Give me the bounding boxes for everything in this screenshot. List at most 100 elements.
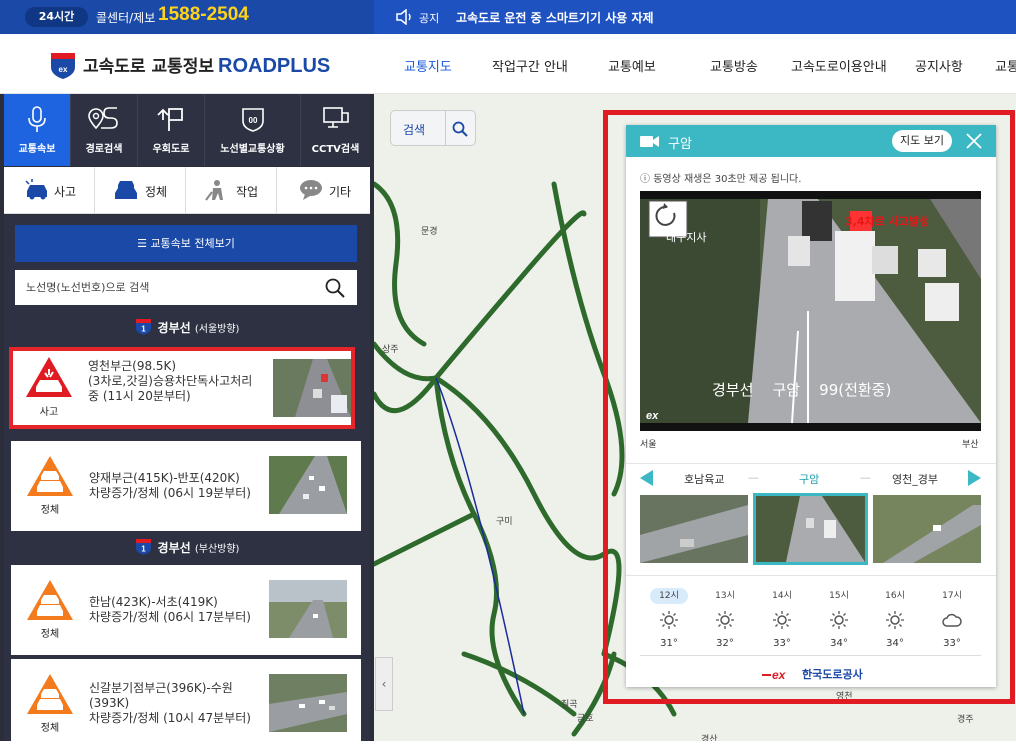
map-search-button[interactable]: 검색 bbox=[390, 110, 476, 146]
tab-label: 경로검색 bbox=[85, 144, 123, 155]
filter-accident[interactable]: 사고 bbox=[4, 167, 95, 213]
news-item-congestion[interactable]: 정체 양재부근(415K)-반포(420K) 차량증가/정체 (06시 19분부… bbox=[11, 441, 361, 531]
sidebar: 교통속보 경로검색 우회도로 00 노선별교통상황 CCTV검색 사고 정체 작… bbox=[0, 94, 374, 749]
news-type-label: 정체 bbox=[40, 723, 60, 734]
weather-hour: 16시 bbox=[885, 591, 905, 601]
nav-traffic-map[interactable]: 교통지도 bbox=[404, 56, 452, 75]
ex-logo-icon[interactable]: ex bbox=[49, 49, 77, 79]
route-shield-icon: 1 bbox=[135, 319, 151, 335]
close-icon[interactable] bbox=[966, 133, 982, 149]
cloud-icon bbox=[942, 613, 962, 627]
filter-label: 사고 bbox=[54, 185, 77, 199]
tab-label: 노선별교통상황 bbox=[220, 144, 285, 155]
video-caption: 경부선 구암 99(전환중) bbox=[712, 381, 891, 399]
route-search-input[interactable]: 노선명(노선번호)으로 검색 bbox=[15, 270, 357, 305]
filter-label: 작업 bbox=[236, 185, 259, 199]
map-label: 문경 bbox=[421, 227, 438, 237]
nav-forecast[interactable]: 교통예보 bbox=[608, 56, 656, 75]
weather-hour: 17시 bbox=[942, 591, 962, 601]
news-thumbnail[interactable] bbox=[269, 456, 347, 514]
route-number: 1 bbox=[141, 325, 146, 334]
filter-congestion[interactable]: 정체 bbox=[95, 167, 186, 213]
cam-thumbnail-image bbox=[756, 496, 865, 562]
cam-next-name[interactable]: 영천_경부 bbox=[892, 471, 938, 487]
tab-route-status[interactable]: 00 노선별교통상황 bbox=[205, 94, 301, 166]
weather-temp: 33° bbox=[773, 638, 791, 649]
weather-temp: 31° bbox=[660, 638, 678, 649]
cctv-popup: 구암 지도 보기 ⓘ 동영상 재생은 30초만 제공 됩니다. 대구지사 3,4… bbox=[626, 125, 996, 687]
arrow-left-icon[interactable] bbox=[640, 470, 654, 486]
filter-bar: 사고 정체 작업 기타 bbox=[4, 167, 370, 214]
search-icon[interactable] bbox=[325, 278, 345, 298]
sun-icon bbox=[830, 611, 848, 629]
nav-notices[interactable]: 공지사항 bbox=[915, 56, 963, 75]
microphone-icon bbox=[28, 106, 46, 132]
notice-text[interactable]: 고속도로 운전 중 스마트기기 사용 자제 bbox=[456, 9, 654, 26]
tab-detour[interactable]: 우회도로 bbox=[138, 94, 205, 166]
view-all-button[interactable]: ☰ 교통속보 전체보기 bbox=[15, 225, 357, 262]
ex-logo-icon: ex bbox=[762, 668, 787, 681]
route-direction: (서울방향) bbox=[194, 324, 240, 335]
route-shield-icon: 1 bbox=[135, 539, 151, 555]
weather-hour: 15시 bbox=[829, 591, 849, 601]
map-label: 경주 bbox=[957, 715, 974, 725]
news-thumbnail[interactable] bbox=[269, 580, 347, 638]
congestion-warning-icon bbox=[27, 580, 73, 620]
weather-temp: 34° bbox=[886, 638, 904, 649]
news-thumbnail[interactable] bbox=[269, 674, 347, 732]
divider bbox=[445, 111, 446, 145]
route-heading-seoul: 1 경부선 (서울방향) bbox=[4, 318, 370, 336]
cctv-thumbnail-image bbox=[273, 359, 351, 417]
nav-broadcast[interactable]: 교통방송 bbox=[710, 56, 758, 75]
cctv-thumbnail-image bbox=[269, 580, 347, 638]
speaker-icon bbox=[396, 9, 411, 25]
nav-more[interactable]: 교통 bbox=[995, 56, 1016, 75]
cam-prev-name[interactable]: 호남육교 bbox=[684, 471, 724, 487]
weather-temp: 34° bbox=[830, 638, 848, 649]
tab-cctv-search[interactable]: CCTV검색 bbox=[301, 94, 370, 166]
news-text: 한남(423K)-서초(419K) 차량증가/정체 (06시 17분부터) bbox=[89, 595, 251, 624]
nav-work-zone[interactable]: 작업구간 안내 bbox=[492, 56, 568, 75]
tab-label: 우회도로 bbox=[152, 144, 190, 155]
news-item-accident[interactable]: 사고 영천부근(98.5K) (3차로,갓길)승용차단독사고처리중 (11시 2… bbox=[9, 347, 355, 429]
svg-text:ex: ex bbox=[772, 668, 787, 681]
tab-label: CCTV검색 bbox=[311, 144, 360, 155]
callcenter-phone[interactable]: 1588-2504 bbox=[158, 4, 249, 26]
nav-usage-guide[interactable]: 고속도로이용안내 bbox=[791, 56, 887, 75]
news-item-congestion[interactable]: 정체 한남(423K)-서초(419K) 차량증가/정체 (06시 17분부터) bbox=[11, 565, 361, 655]
cam-thumb-next[interactable] bbox=[873, 495, 981, 563]
accident-car-icon bbox=[25, 179, 47, 200]
tab-traffic-news[interactable]: 교통속보 bbox=[4, 94, 71, 166]
notice-label: 공지 bbox=[419, 12, 440, 25]
separator-dash: — bbox=[748, 471, 759, 484]
news-text: 양재부근(415K)-반포(420K) 차량증가/정체 (06시 19분부터) bbox=[89, 471, 251, 500]
notice-bar[interactable]: 공지 고속도로 운전 중 스마트기기 사용 자제 bbox=[374, 0, 1016, 34]
filter-label: 정체 bbox=[145, 185, 168, 199]
news-thumbnail[interactable] bbox=[273, 359, 351, 417]
brand-title[interactable]: 고속도로 교통정보 ROADPLUS bbox=[83, 52, 330, 78]
filter-other[interactable]: 기타 bbox=[277, 167, 370, 213]
weather-hour: 14시 bbox=[772, 591, 792, 601]
detour-sign-icon bbox=[157, 108, 183, 131]
filter-work[interactable]: 작업 bbox=[186, 167, 277, 213]
cctv-video-frame: 대구지사 3,4차로 사고발생 경부선 구암 99(전환중) ex bbox=[640, 191, 981, 431]
arrow-right-icon[interactable] bbox=[967, 470, 981, 486]
route-name: 경부선 bbox=[157, 541, 191, 555]
playback-notice: ⓘ 동영상 재생은 30초만 제공 됩니다. bbox=[640, 170, 801, 185]
map-label: 경산 bbox=[701, 735, 718, 741]
cam-thumb-current[interactable] bbox=[753, 493, 868, 565]
brand-ko: 고속도로 교통정보 bbox=[83, 57, 215, 77]
direction-right: 부산 bbox=[962, 440, 979, 450]
cctv-video[interactable]: 대구지사 3,4차로 사고발생 경부선 구암 99(전환중) ex bbox=[640, 191, 981, 431]
tab-route-search[interactable]: 경로검색 bbox=[71, 94, 138, 166]
tab-label: 교통속보 bbox=[18, 144, 56, 155]
svg-text:ex: ex bbox=[59, 65, 68, 74]
cam-thumbnail-image bbox=[873, 495, 981, 563]
map-label: 구미 bbox=[496, 517, 513, 527]
search-icon bbox=[452, 121, 468, 137]
collapse-panel-button[interactable]: ‹ bbox=[375, 657, 393, 711]
video-overlay-text: 대구지사 bbox=[666, 231, 706, 244]
news-item-congestion[interactable]: 정체 신갈분기점부근(396K)-수원(393K) 차량증가/정체 (10시 4… bbox=[11, 659, 361, 749]
view-map-button[interactable]: 지도 보기 bbox=[892, 130, 952, 152]
cam-thumb-prev[interactable] bbox=[640, 495, 748, 563]
